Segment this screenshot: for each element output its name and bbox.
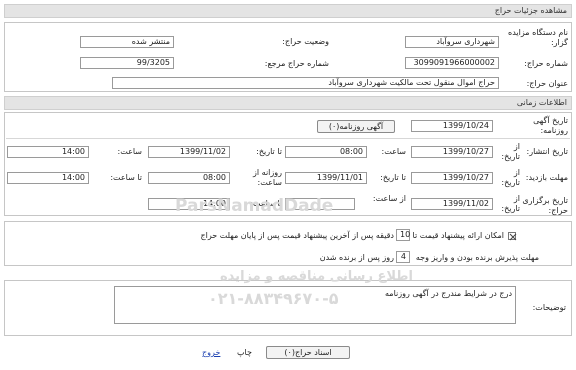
publish-from-time-label: ساعت: bbox=[381, 147, 406, 156]
timing-section-header: اطلاعات زمانی bbox=[4, 96, 572, 110]
auction-documents-button[interactable]: اسناد حراج(۰) bbox=[266, 346, 350, 359]
visit-from-date-field: 1399/10/27 bbox=[411, 172, 493, 184]
bid-improve-label: امکان ارائه پیشنهاد قیمت تا bbox=[412, 231, 505, 240]
hold-from-time-label: از ساعت: bbox=[372, 194, 406, 203]
auction-number-field: 3099091966000002 bbox=[405, 57, 499, 69]
auction-title-field: حراج اموال منقول تحت مالکیت شهرداری سروآ… bbox=[112, 77, 499, 89]
ad-date-label: تاریخ آگهی روزنامه: bbox=[533, 116, 568, 135]
print-link[interactable]: چاپ bbox=[237, 348, 252, 357]
watermark-brand: ParsNamadDade bbox=[175, 196, 334, 216]
reference-number-label: شماره حراج مرجع: bbox=[264, 59, 329, 68]
visit-daily-to-label: تا ساعت: bbox=[110, 173, 142, 182]
publish-to-date-label: تا تاریخ: bbox=[256, 147, 282, 156]
watermark-tagline: اطلاع رسانی مناقصه و مزایده bbox=[220, 269, 413, 284]
visit-daily-to-field: 14:00 bbox=[7, 172, 89, 184]
publish-from-date-field: 1399/10/27 bbox=[411, 146, 493, 158]
publish-to-time-label: ساعت: bbox=[117, 147, 142, 156]
divider bbox=[6, 138, 570, 139]
newspaper-ads-button[interactable]: آگهی روزنامه(۰) bbox=[317, 120, 395, 133]
winner-deadline-suffix: روز پس از برنده شدن bbox=[319, 253, 394, 262]
hold-date-field: 1399/11/02 bbox=[411, 198, 493, 210]
notes-label: توضیحات: bbox=[532, 303, 566, 312]
auction-number-label: شماره حراج: bbox=[524, 59, 568, 68]
bid-improve-suffix: دقیقه پس از آخرین پیشنهاد قیمت پس از پای… bbox=[200, 231, 394, 240]
winner-deadline-label: مهلت پذیرش برنده بودن و واریز وجه bbox=[415, 253, 539, 262]
publish-from-date-label: از تاریخ: bbox=[501, 142, 520, 161]
page-title: مشاهده جزئیات حراج bbox=[494, 6, 567, 15]
reference-number-field: 99/3205 bbox=[80, 57, 174, 69]
status-label: وضعیت حراج: bbox=[282, 37, 329, 46]
auctioneer-field: شهرداری سروآباد bbox=[405, 36, 499, 48]
visit-daily-from-field: 08:00 bbox=[148, 172, 230, 184]
auction-title-label: عنوان حراج: bbox=[526, 79, 568, 88]
winner-deadline-field: 4 bbox=[396, 251, 410, 263]
visit-to-date-field: 1399/11/01 bbox=[285, 172, 367, 184]
publish-from-time-field: 08:00 bbox=[285, 146, 367, 158]
exit-link[interactable]: خروج bbox=[202, 348, 220, 357]
checkbox-cross-icon bbox=[509, 233, 517, 241]
status-field: منتشر شده bbox=[80, 36, 174, 48]
visit-from-date-label: از تاریخ: bbox=[501, 168, 520, 187]
page-title-bar: مشاهده جزئیات حراج bbox=[4, 4, 572, 18]
ad-date-field: 1399/10/24 bbox=[411, 120, 493, 132]
hold-date-label: از تاریخ: bbox=[501, 194, 520, 213]
watermark-phone: ۰۲۱-۸۸۳۴۹۶۷۰-۵ bbox=[208, 289, 339, 308]
visit-to-date-label: تا تاریخ: bbox=[380, 173, 406, 182]
visit-daily-from-label: روزانه از ساعت: bbox=[253, 168, 282, 187]
bid-improve-checkbox[interactable] bbox=[508, 232, 517, 241]
bid-improve-field: 10 bbox=[396, 229, 410, 241]
auctioneer-label: نام دستگاه مزایده گزار: bbox=[508, 28, 568, 47]
publish-to-date-field: 1399/11/02 bbox=[148, 146, 230, 158]
timing-section-title: اطلاعات زمانی bbox=[516, 98, 567, 107]
publish-to-time-field: 14:00 bbox=[7, 146, 89, 158]
